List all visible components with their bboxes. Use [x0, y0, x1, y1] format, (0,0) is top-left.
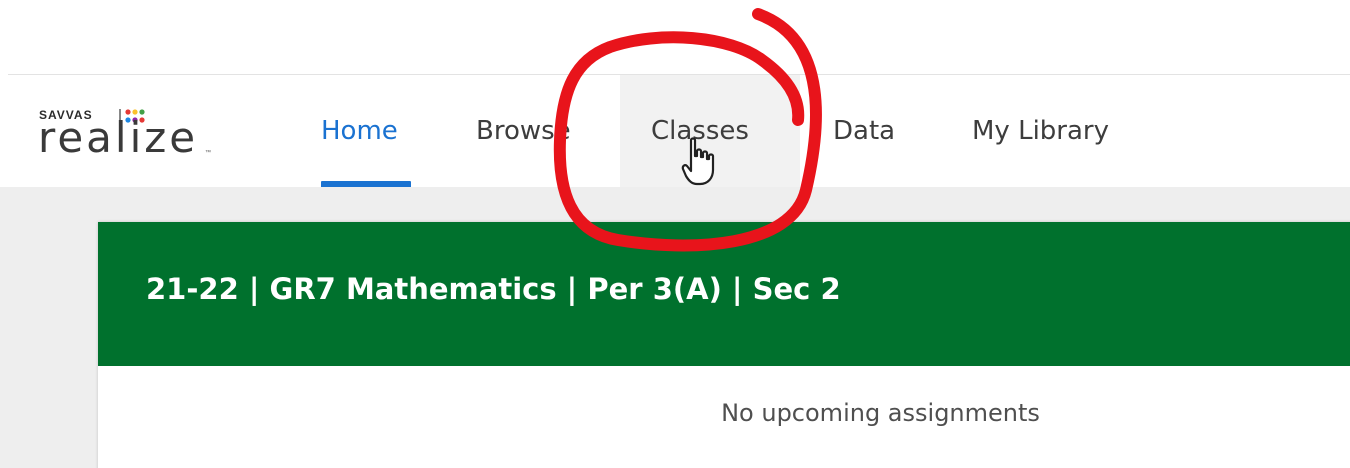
class-card[interactable]: 21-22 | GR7 Mathematics | Per 3(A) | Sec… [98, 222, 1350, 468]
nav-tab-data[interactable]: Data [833, 75, 895, 187]
no-assignments-message: No upcoming assignments [721, 399, 1040, 427]
screenshot-stage: SAVVAS realize ™ Home Browse Classes Dat… [0, 0, 1350, 468]
logo-brand-big: realize [38, 113, 199, 162]
logo-trademark: ™ [205, 150, 211, 156]
nav-tab-my-library[interactable]: My Library [972, 75, 1109, 187]
nav-tab-classes[interactable]: Classes [651, 75, 749, 187]
top-navigation-bar: SAVVAS realize ™ Home Browse Classes Dat… [0, 75, 1350, 192]
nav-tab-home[interactable]: Home [321, 75, 398, 187]
top-blank-area [0, 0, 1350, 75]
savvas-realize-logo[interactable]: SAVVAS realize ™ [38, 105, 228, 165]
class-card-header[interactable]: 21-22 | GR7 Mathematics | Per 3(A) | Sec… [98, 222, 1350, 366]
class-title[interactable]: 21-22 | GR7 Mathematics | Per 3(A) | Sec… [146, 272, 841, 306]
nav-tab-browse[interactable]: Browse [476, 75, 571, 187]
